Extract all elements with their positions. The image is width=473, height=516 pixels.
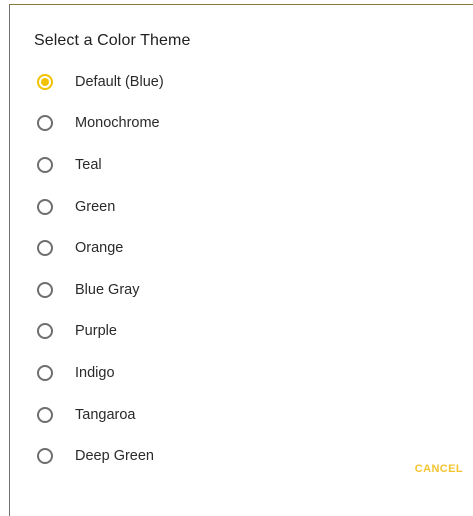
theme-option-label: Green: [75, 198, 116, 215]
radio-button-icon[interactable]: [37, 115, 53, 132]
theme-option-blue-gray[interactable]: Blue Gray: [10, 269, 473, 311]
theme-option-label: Blue Gray: [75, 281, 140, 298]
dialog-title: Select a Color Theme: [34, 32, 191, 49]
radio-button-icon[interactable]: [37, 448, 53, 465]
theme-option-deep-green[interactable]: Deep Green: [10, 435, 473, 477]
theme-option-tangaroa[interactable]: Tangaroa: [10, 394, 473, 436]
radio-button-icon[interactable]: [37, 364, 53, 381]
theme-options-list: Default (Blue) Monochrome Teal Green Ora…: [10, 61, 473, 477]
theme-option-teal[interactable]: Teal: [10, 144, 473, 186]
radio-button-icon[interactable]: [37, 281, 53, 298]
theme-option-purple[interactable]: Purple: [10, 311, 473, 353]
radio-button-icon[interactable]: [37, 406, 53, 423]
radio-button-icon[interactable]: [37, 198, 53, 215]
theme-option-label: Purple: [75, 323, 117, 340]
theme-option-label: Tangaroa: [75, 406, 136, 423]
theme-option-label: Monochrome: [75, 115, 160, 132]
theme-option-indigo[interactable]: Indigo: [10, 352, 473, 394]
color-theme-dialog: Select a Color Theme Default (Blue) Mono…: [9, 4, 473, 516]
radio-button-icon[interactable]: [37, 156, 53, 173]
theme-option-label: Orange: [75, 240, 124, 257]
theme-option-label: Default (Blue): [75, 73, 164, 90]
theme-option-default-blue[interactable]: Default (Blue): [10, 61, 473, 103]
theme-option-monochrome[interactable]: Monochrome: [10, 103, 473, 145]
radio-button-icon[interactable]: [37, 323, 53, 340]
theme-option-label: Teal: [75, 156, 102, 173]
theme-option-orange[interactable]: Orange: [10, 227, 473, 269]
theme-option-green[interactable]: Green: [10, 186, 473, 228]
theme-option-label: Deep Green: [75, 448, 154, 465]
cancel-button[interactable]: CANCEL: [415, 463, 463, 475]
radio-button-icon[interactable]: [37, 73, 53, 90]
radio-button-icon[interactable]: [37, 240, 53, 257]
theme-option-label: Indigo: [75, 364, 115, 381]
